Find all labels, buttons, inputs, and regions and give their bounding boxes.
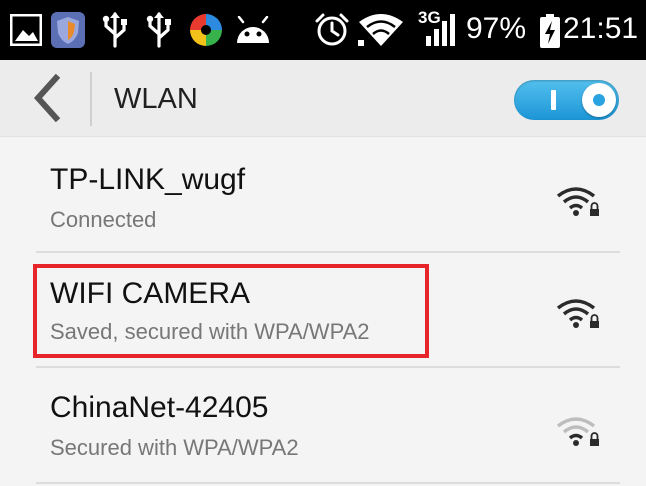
- network-status: Connected: [50, 207, 157, 232]
- clock-time: 21:51: [563, 12, 639, 45]
- chevron-left-icon[interactable]: [26, 74, 72, 122]
- toggle-on-mark: [551, 90, 556, 110]
- wifi-lock-icon: [556, 187, 599, 216]
- wifi-lock-icon: [556, 299, 599, 328]
- gallery-icon: [10, 14, 42, 46]
- wifi-lock-icon: [556, 417, 599, 446]
- android-icon: [237, 16, 269, 43]
- alarm-icon: [315, 13, 349, 46]
- colorful-app-icon: [190, 14, 222, 46]
- network-item-chinanet[interactable]: ChinaNet-42405 Secured with WPA/WPA2: [0, 368, 646, 484]
- page-title: WLAN: [114, 83, 198, 115]
- network-item-tp-link[interactable]: TP-LINK_wugf Connected: [0, 136, 646, 252]
- usb-icon: [102, 12, 127, 48]
- shield-app-icon: [51, 12, 85, 48]
- wlan-toggle[interactable]: [514, 80, 619, 120]
- status-bar: 3G 97% 21:51: [0, 0, 646, 60]
- title-divider: [90, 72, 92, 126]
- highlight-box: [33, 264, 429, 358]
- battery-percent: 97%: [466, 12, 527, 45]
- signal-bars-icon: [426, 14, 455, 46]
- toggle-knob: [582, 83, 616, 117]
- network-ssid: ChinaNet-42405: [50, 391, 269, 424]
- network-status: Secured with WPA/WPA2: [50, 435, 299, 460]
- wifi-status-icon: [358, 14, 403, 46]
- action-bar: WLAN: [0, 60, 646, 137]
- list-divider: [36, 482, 620, 484]
- usb-icon: [146, 12, 171, 48]
- network-ssid: TP-LINK_wugf: [50, 163, 246, 196]
- battery-charging-icon: [540, 14, 560, 48]
